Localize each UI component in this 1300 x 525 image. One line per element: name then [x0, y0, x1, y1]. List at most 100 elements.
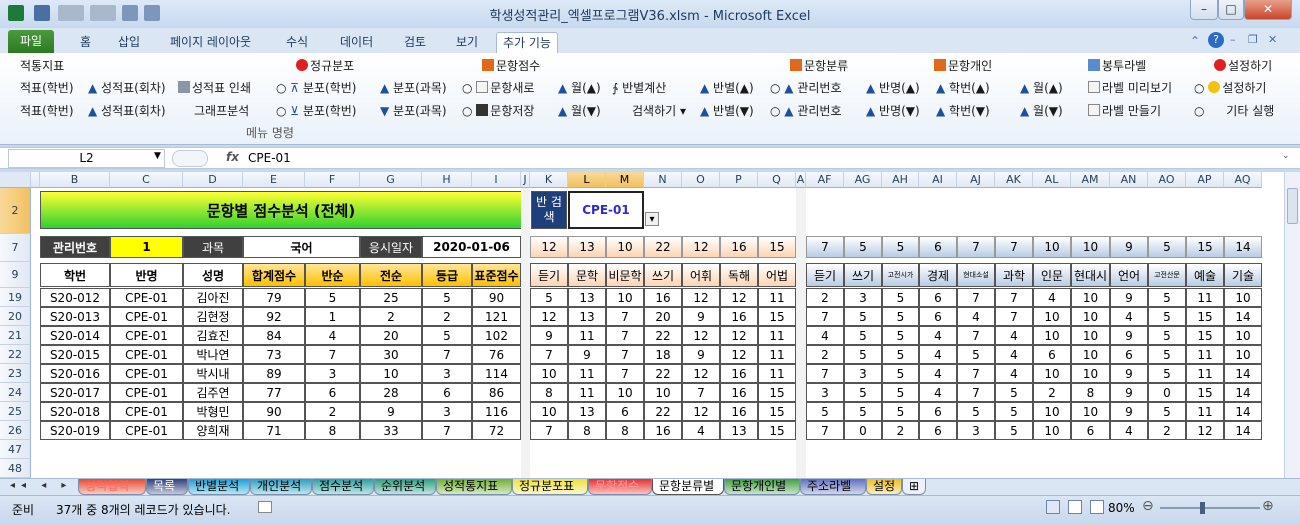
table-cell[interactable]: 25	[360, 288, 422, 307]
table-cell[interactable]: 15	[758, 307, 796, 326]
table-cell[interactable]: 9	[682, 307, 720, 326]
table-cell[interactable]: 5	[844, 383, 882, 402]
table-cell[interactable]: 6	[919, 307, 957, 326]
table-cell[interactable]: CPE-01	[110, 288, 183, 307]
row-header[interactable]: 22	[0, 345, 31, 364]
table-cell[interactable]: 79	[243, 288, 305, 307]
table-cell[interactable]: 3	[305, 364, 360, 383]
table-cell[interactable]: 7	[957, 326, 995, 345]
table-cell[interactable]: 11	[758, 288, 796, 307]
table-cell[interactable]: 11	[758, 326, 796, 345]
column-header[interactable]: M	[606, 172, 644, 188]
normal-view-icon[interactable]	[1046, 500, 1060, 514]
sheet-tab[interactable]: 성적입력	[78, 479, 146, 495]
zoom-out-icon[interactable]: ⊖	[1142, 498, 1154, 514]
ribbon-item[interactable]: ▲ 월(▲)	[1020, 80, 1063, 96]
column-header[interactable]: AF	[806, 172, 844, 188]
table-cell[interactable]: 11	[568, 326, 606, 345]
table-cell[interactable]: 6	[919, 402, 957, 421]
table-cell[interactable]: 3	[844, 364, 882, 383]
table-cell[interactable]: 박형민	[183, 402, 243, 421]
sheet-tab[interactable]: 설정	[866, 479, 902, 495]
table-cell[interactable]: 9	[530, 326, 568, 345]
doc-close-icon[interactable]: ✕	[1268, 33, 1277, 46]
column-header[interactable]: F	[305, 172, 360, 188]
row-header[interactable]: 24	[0, 383, 31, 402]
table-cell[interactable]: 33	[360, 421, 422, 440]
table-cell[interactable]: 5	[530, 288, 568, 307]
table-cell[interactable]: 7	[957, 364, 995, 383]
table-cell[interactable]: 김효진	[183, 326, 243, 345]
table-cell[interactable]: 11	[758, 345, 796, 364]
table-cell[interactable]: 15	[1186, 307, 1224, 326]
table-cell[interactable]: 5	[882, 288, 919, 307]
table-cell[interactable]: 13	[568, 288, 606, 307]
table-cell[interactable]: S20-012	[40, 288, 110, 307]
table-cell[interactable]: 7	[530, 421, 568, 440]
table-cell[interactable]: 0	[1148, 383, 1186, 402]
row-header[interactable]: 47	[0, 440, 31, 459]
table-cell[interactable]: 10	[1071, 402, 1110, 421]
column-header[interactable]: Q	[758, 172, 796, 188]
vertical-scrollbar[interactable]	[1284, 172, 1300, 478]
table-cell[interactable]: 28	[360, 383, 422, 402]
ribbon-item[interactable]: ▼ 분포(과목)	[380, 103, 447, 119]
table-cell[interactable]: 10	[1224, 345, 1262, 364]
table-cell[interactable]: 4	[919, 326, 957, 345]
table-cell[interactable]: 10	[530, 402, 568, 421]
table-cell[interactable]: 7	[806, 364, 844, 383]
table-cell[interactable]: 76	[472, 345, 521, 364]
table-cell[interactable]: 22	[644, 402, 682, 421]
table-cell[interactable]: 16	[720, 364, 758, 383]
tab-home[interactable]: 홈	[74, 32, 97, 53]
column-header[interactable]: D	[183, 172, 243, 188]
sheet-tab[interactable]: 목록	[146, 479, 188, 495]
table-cell[interactable]: 73	[243, 345, 305, 364]
table-cell[interactable]: 7	[305, 345, 360, 364]
table-cell[interactable]: 3	[844, 288, 882, 307]
row-header[interactable]: 20	[0, 307, 31, 326]
table-cell[interactable]: 10	[1071, 307, 1110, 326]
table-cell[interactable]: 8	[568, 421, 606, 440]
table-cell[interactable]: 15	[758, 402, 796, 421]
table-cell[interactable]: 5	[844, 402, 882, 421]
sheet-tab[interactable]: 점수분석	[312, 479, 374, 495]
ribbon-item[interactable]: ▲ 성적표(회차)	[88, 103, 166, 119]
table-cell[interactable]: 86	[472, 383, 521, 402]
table-cell[interactable]: 90	[472, 288, 521, 307]
table-cell[interactable]: 71	[243, 421, 305, 440]
ribbon-item[interactable]: ▲ 월(▼)	[1020, 103, 1063, 119]
ribbon-item[interactable]: 성적표 인쇄	[178, 80, 251, 96]
column-header[interactable]: A	[796, 172, 806, 188]
table-cell[interactable]: 9	[1110, 364, 1148, 383]
table-cell[interactable]: 10	[1071, 364, 1110, 383]
tab-add-ins[interactable]: 추가 기능	[496, 32, 558, 53]
table-cell[interactable]: 2	[422, 307, 472, 326]
table-cell[interactable]: 8	[530, 383, 568, 402]
row-header[interactable]: 2	[0, 188, 31, 234]
ribbon-item[interactable]: 설정하기	[1214, 58, 1272, 74]
table-cell[interactable]: 5	[882, 364, 919, 383]
table-cell[interactable]: S20-013	[40, 307, 110, 326]
column-header[interactable]: C	[110, 172, 183, 188]
table-cell[interactable]: 5	[995, 421, 1033, 440]
table-cell[interactable]: 3	[957, 421, 995, 440]
table-cell[interactable]: 2	[1148, 421, 1186, 440]
table-cell[interactable]: S20-014	[40, 326, 110, 345]
table-cell[interactable]: CPE-01	[110, 345, 183, 364]
tab-page-layout[interactable]: 페이지 레이아웃	[164, 32, 257, 53]
table-cell[interactable]: CPE-01	[110, 383, 183, 402]
table-cell[interactable]: 10	[644, 383, 682, 402]
table-cell[interactable]: 5	[305, 288, 360, 307]
table-cell[interactable]: 2	[305, 402, 360, 421]
table-cell[interactable]: 7	[422, 345, 472, 364]
table-cell[interactable]: 12	[682, 364, 720, 383]
table-cell[interactable]: 8	[606, 421, 644, 440]
table-cell[interactable]: 양희재	[183, 421, 243, 440]
table-cell[interactable]: 5	[806, 402, 844, 421]
maximize-button[interactable]: □	[1218, 0, 1244, 20]
column-header[interactable]: E	[243, 172, 305, 188]
table-cell[interactable]: 11	[568, 364, 606, 383]
column-header[interactable]: K	[530, 172, 568, 188]
table-cell[interactable]: 12	[720, 345, 758, 364]
